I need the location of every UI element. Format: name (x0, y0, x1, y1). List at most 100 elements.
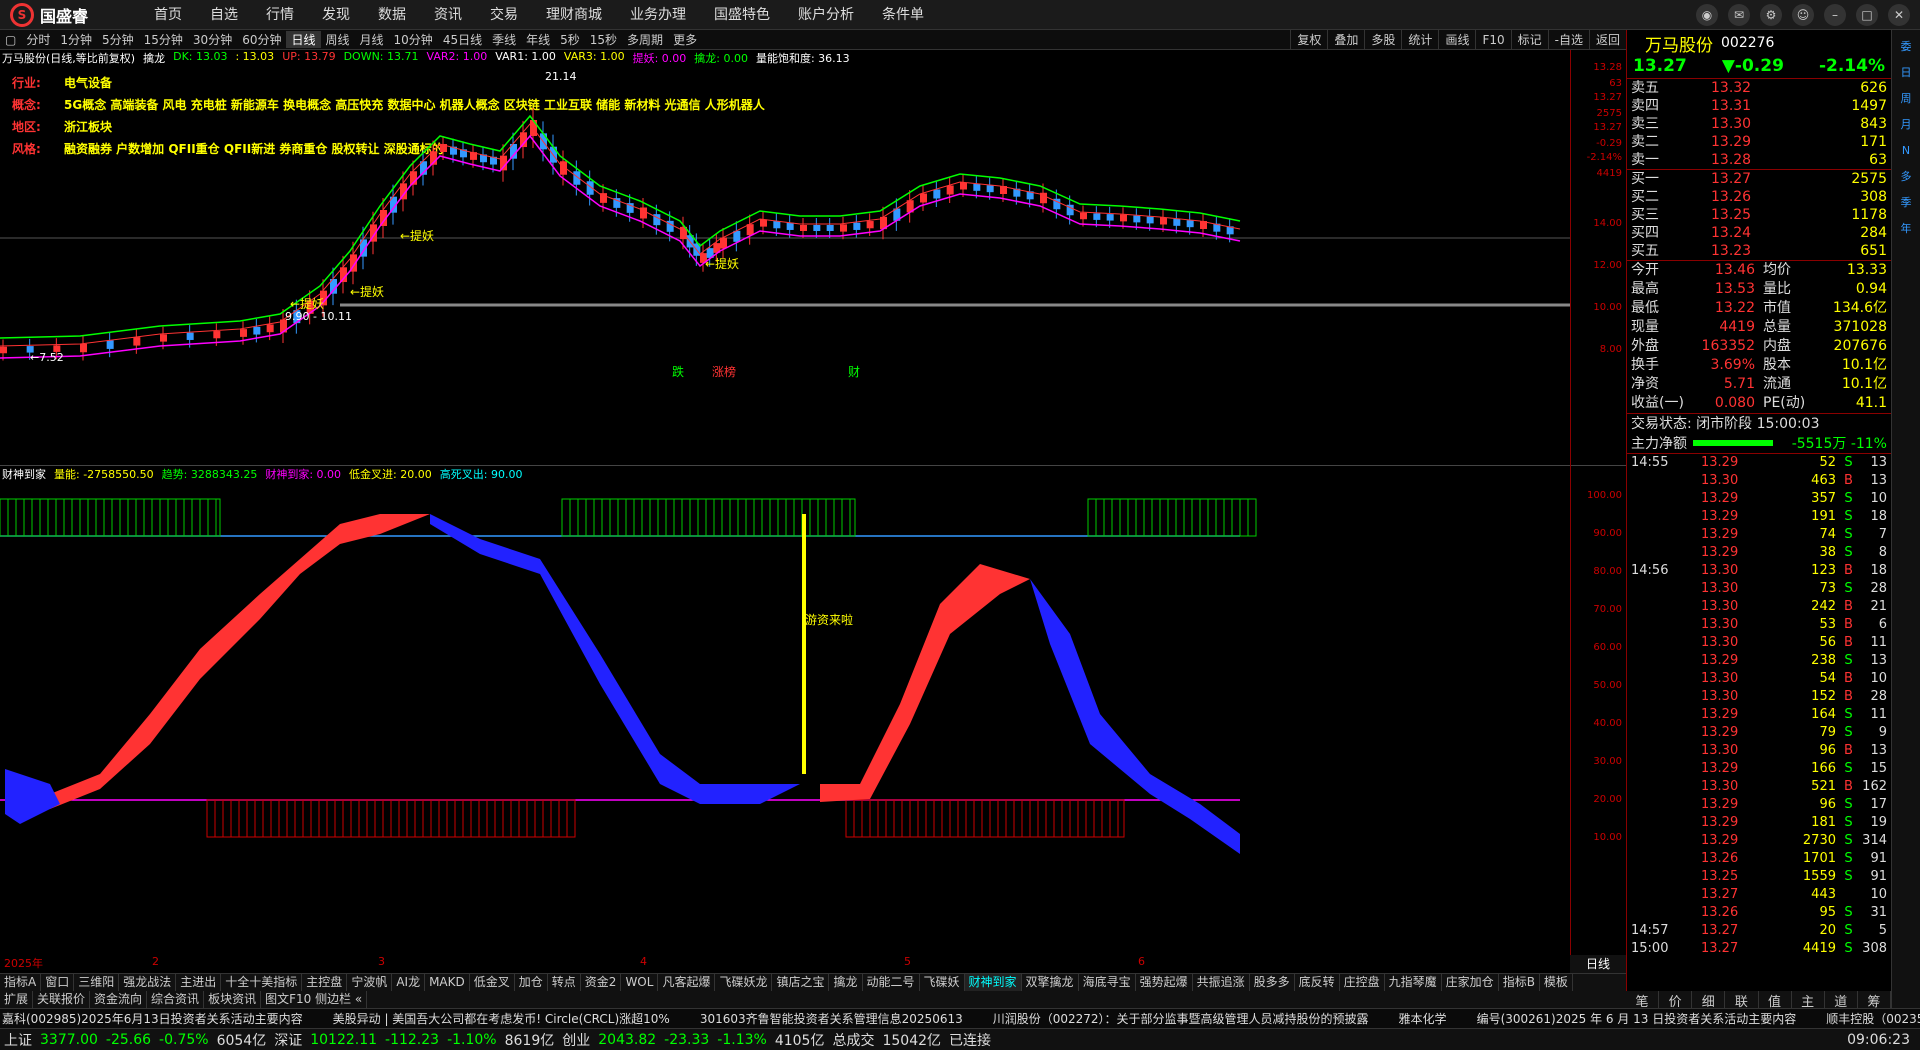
quote-tab[interactable]: 道 (1825, 991, 1858, 1010)
menu-item[interactable]: 自选 (196, 0, 252, 30)
chat-icon[interactable]: ◉ (1696, 4, 1718, 26)
indicator-tab[interactable]: 镇店之宝 (772, 974, 830, 991)
close-icon[interactable]: ✕ (1888, 4, 1910, 26)
news-item[interactable]: 301603齐鲁智能投资者关系管理信息20250613 (700, 1010, 963, 1027)
chart-tool[interactable]: 返回 (1588, 30, 1626, 50)
sub-name[interactable]: 财神到家 (2, 466, 46, 484)
indicator-tab[interactable]: 飞碟妖龙 (715, 974, 773, 991)
period-tab[interactable]: 多周期 (622, 31, 668, 48)
indicator-tab[interactable]: 海底寻宝 (1079, 974, 1136, 991)
quote-tab[interactable]: 细 (1692, 991, 1726, 1010)
indicator-tab[interactable]: 低金叉 (470, 974, 515, 991)
news-item[interactable]: 顺丰控股（002352 (1826, 1010, 1920, 1027)
indicator-tab[interactable]: 资金2 (581, 974, 622, 991)
period-tab[interactable]: 季线 (487, 31, 521, 48)
menu-item[interactable]: 首页 (140, 0, 196, 30)
menu-item[interactable]: 行情 (252, 0, 308, 30)
indicator-tab[interactable]: 财神到家 (964, 974, 1022, 991)
menu-item[interactable]: 业务办理 (616, 0, 700, 30)
period-tab[interactable]: 15秒 (585, 31, 622, 48)
kline-chart[interactable]: 行业: 电气设备 概念: 5G概念 高端装备 风电 充电桩 新能源车 换电概念 高压快… (0, 68, 1570, 465)
chart-tool[interactable]: 叠加 (1327, 30, 1364, 50)
chart-tool[interactable]: 多股 (1364, 30, 1401, 50)
extension-tab[interactable]: 资金流向 (90, 991, 148, 1008)
menu-item[interactable]: 资讯 (420, 0, 476, 30)
minimize-icon[interactable]: – (1824, 4, 1846, 26)
indicator-tab[interactable]: 强龙战法 (119, 974, 177, 991)
period-tab[interactable]: 45日线 (438, 31, 487, 48)
indicator-tab[interactable]: 主控盘 (302, 974, 348, 991)
indicator-tab[interactable]: 股多多 (1250, 974, 1295, 991)
indicator-tab[interactable]: 主进出 (176, 974, 222, 991)
connection-status[interactable]: 已连接 (949, 1030, 991, 1050)
period-label[interactable]: 日线 (1570, 955, 1626, 973)
indicator-tab[interactable]: 十全十美指标 (221, 974, 303, 991)
indicator-name[interactable]: 擒龙 (143, 50, 165, 68)
mail-icon[interactable]: ✉ (1728, 4, 1750, 26)
sub-indicator-chart[interactable]: 财神到家 量能: -2758550.50 趋势: 3288343.25 财神到家… (0, 465, 1626, 975)
side-tool[interactable]: 多 (1896, 166, 1916, 186)
quote-tab[interactable]: 筹 (1858, 991, 1891, 1010)
indicator-tab[interactable]: MAKD (425, 974, 470, 991)
extension-tab[interactable]: 图文F10 侧边栏 « (261, 991, 368, 1008)
indicator-tab[interactable]: 转点 (548, 974, 581, 991)
indicator-tab[interactable]: 指标B (1499, 974, 1540, 991)
indicator-tab[interactable]: 凡客起爆 (658, 974, 716, 991)
menu-item[interactable]: 数据 (364, 0, 420, 30)
quote-tab[interactable]: 联 (1725, 991, 1759, 1010)
period-tab[interactable]: 15分钟 (139, 31, 188, 48)
period-tab[interactable]: 5秒 (555, 31, 585, 48)
quote-tab[interactable]: 笔 (1626, 991, 1660, 1010)
maximize-icon[interactable]: □ (1856, 4, 1878, 26)
skin-icon[interactable]: ⚙ (1760, 4, 1782, 26)
side-tool[interactable]: 周 (1896, 88, 1916, 108)
period-tab[interactable]: 年线 (521, 31, 555, 48)
indicator-tab[interactable]: 指标A (0, 974, 42, 991)
extension-tab[interactable]: 扩展 (0, 991, 34, 1008)
indicator-tab[interactable]: 庄家加仓 (1442, 974, 1499, 991)
indicator-tab[interactable]: 飞碟妖 (920, 974, 965, 991)
sz-label[interactable]: 深证 (274, 1030, 302, 1050)
menu-item[interactable]: 交易 (476, 0, 532, 30)
indicator-tab[interactable]: 擒龙 (829, 974, 863, 991)
indicator-tab[interactable]: 模板 (1540, 974, 1573, 991)
period-tab[interactable]: 1分钟 (55, 31, 97, 48)
side-tool[interactable]: N (1896, 140, 1916, 160)
side-tool[interactable]: 月 (1896, 114, 1916, 134)
period-tab[interactable]: 更多 (668, 31, 702, 48)
period-tab[interactable]: 60分钟 (237, 31, 286, 48)
indicator-tab[interactable]: 三维阳 (74, 974, 120, 991)
extension-tab[interactable]: 关联报价 (33, 991, 91, 1008)
indicator-tab[interactable]: 宁波帆 (347, 974, 393, 991)
news-item[interactable]: 川润股份（002272）：关于部分监事暨高级管理人员减持股份的预披露 (993, 1010, 1369, 1027)
chart-tool[interactable]: -自选 (1547, 30, 1589, 50)
side-tool[interactable]: 季 (1896, 192, 1916, 212)
menu-item[interactable]: 国盛特色 (700, 0, 784, 30)
indicator-tab[interactable]: 双擎擒龙 (1022, 974, 1079, 991)
menu-item[interactable]: 理财商城 (532, 0, 616, 30)
chart-tool[interactable]: 标记 (1510, 30, 1548, 50)
menu-item[interactable]: 条件单 (868, 0, 938, 30)
indicator-tab[interactable]: 庄控盘 (1340, 974, 1385, 991)
period-tab[interactable]: 30分钟 (188, 31, 237, 48)
menu-item[interactable]: 账户分析 (784, 0, 868, 30)
side-tool[interactable]: 年 (1896, 218, 1916, 238)
quote-tab[interactable]: 价 (1659, 991, 1693, 1010)
side-tool[interactable]: 日 (1896, 62, 1916, 82)
indicator-tab[interactable]: 动能二号 (863, 974, 920, 991)
side-tool[interactable]: 委 (1896, 36, 1916, 56)
chart-tool[interactable]: 统计 (1401, 30, 1438, 50)
news-item[interactable]: 编号(300261)2025 年 6 月 13 日投资者关系活动主要内容 (1477, 1010, 1797, 1027)
period-tab[interactable]: 周线 (321, 31, 355, 48)
extension-tab[interactable]: 综合资讯 (147, 991, 205, 1008)
user-icon[interactable]: ☺ (1792, 4, 1814, 26)
indicator-tab[interactable]: 底反转 (1295, 974, 1340, 991)
extension-tab[interactable]: 板块资讯 (204, 991, 262, 1008)
period-tab[interactable]: 10分钟 (389, 31, 438, 48)
indicator-tab[interactable]: 九指琴魔 (1385, 974, 1442, 991)
chart-tool[interactable]: 复权 (1290, 30, 1327, 50)
chart-tool[interactable]: F10 (1475, 30, 1510, 50)
indicator-tab[interactable]: 共振追涨 (1193, 974, 1250, 991)
quote-tab[interactable]: 主 (1792, 991, 1825, 1010)
menu-icon[interactable]: ▢ (0, 33, 21, 47)
